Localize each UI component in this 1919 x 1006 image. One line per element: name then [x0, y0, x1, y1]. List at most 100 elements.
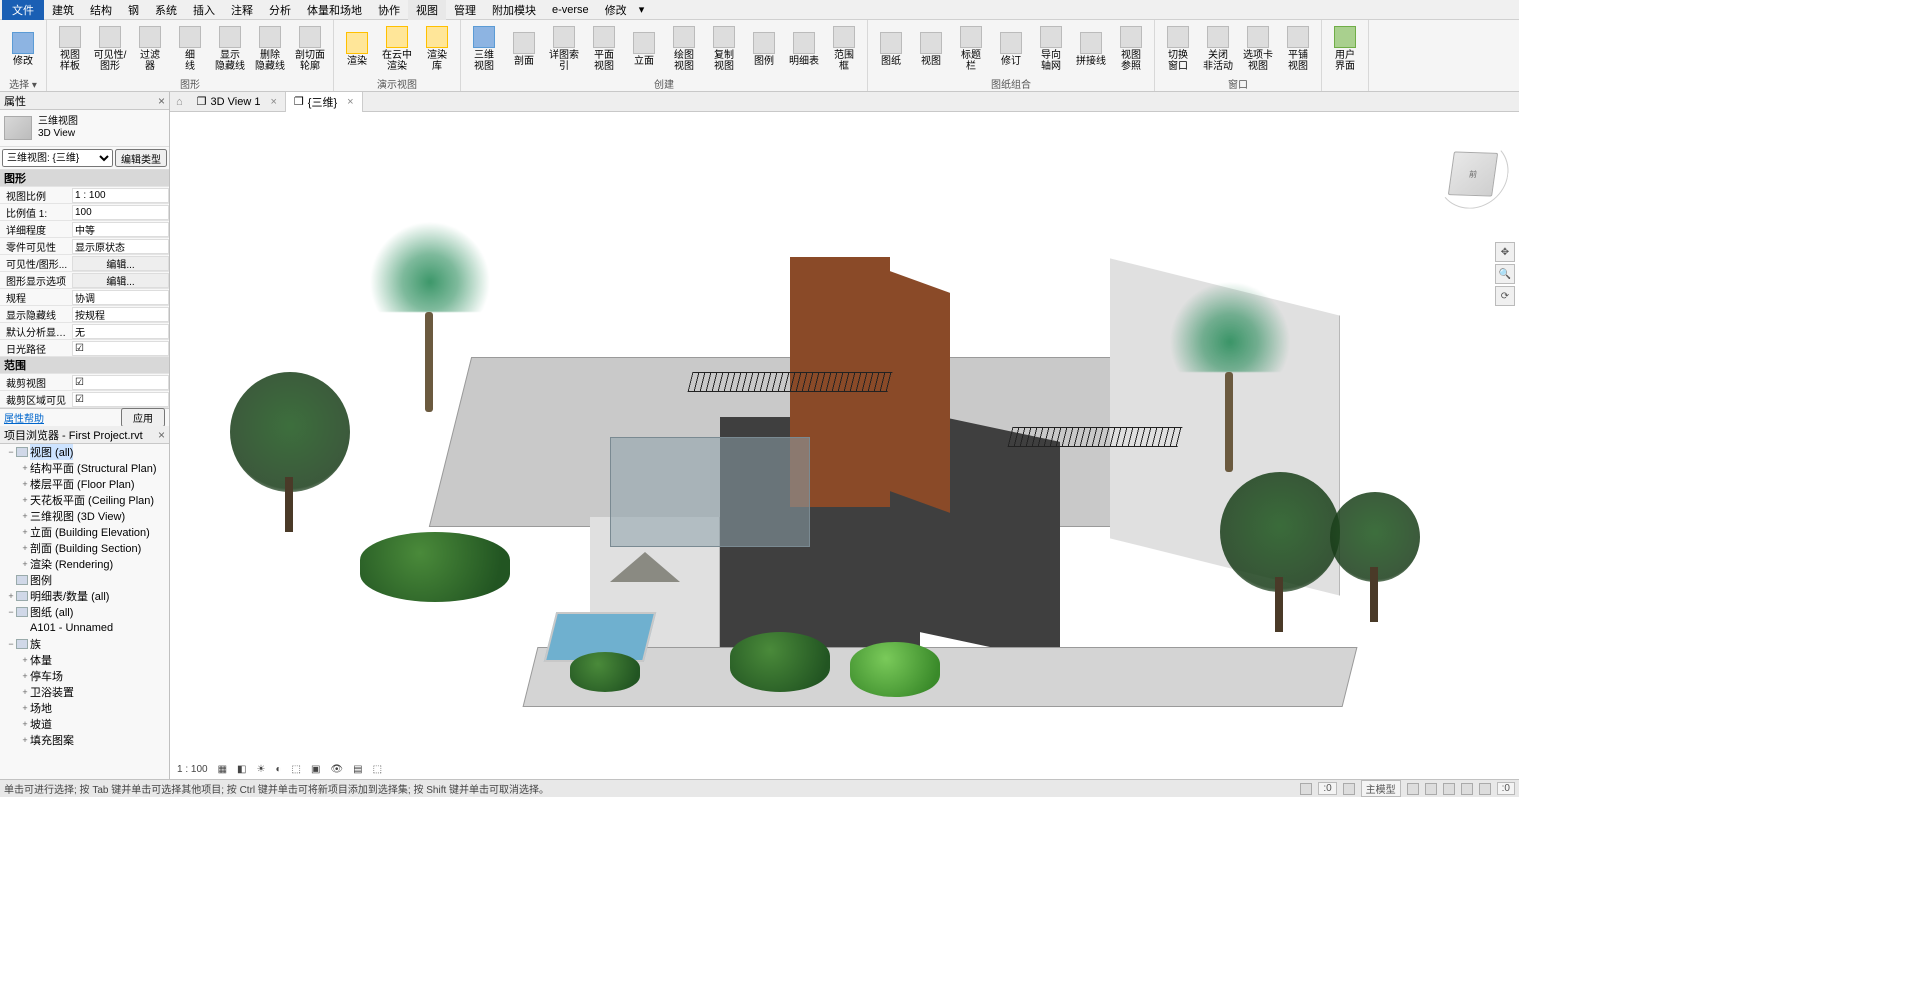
3d-canvas[interactable]: 前 ✥ 🔍 ⟳ 1 : 100 ▦ ◧ ☀ ◐ ⬚ ▣ 👁 ▤ ⬚: [170, 112, 1519, 779]
ribbon-tool[interactable]: 选项卡 视图: [1239, 22, 1277, 76]
scale-display[interactable]: 1 : 100: [174, 764, 211, 775]
ribbon-tool[interactable]: 修订: [992, 22, 1030, 76]
ribbon-tool[interactable]: 平铺 视图: [1279, 22, 1317, 76]
ribbon-tool[interactable]: 详图索引: [545, 22, 583, 76]
menu-tab-e-verse[interactable]: e-verse: [544, 0, 597, 20]
tree-node[interactable]: +坡道: [0, 716, 169, 732]
status-icon[interactable]: [1300, 783, 1312, 795]
tree-node[interactable]: +明细表/数量 (all): [0, 588, 169, 604]
expand-icon[interactable]: +: [20, 511, 30, 521]
status-icon[interactable]: [1461, 783, 1473, 795]
expand-icon[interactable]: +: [20, 527, 30, 537]
crop-view-icon[interactable]: ⬚: [289, 764, 304, 775]
ribbon-tool[interactable]: 视图: [912, 22, 950, 76]
property-edit-button[interactable]: 编辑...: [72, 273, 169, 288]
menu-tab-系统[interactable]: 系统: [147, 0, 185, 20]
ribbon-tool[interactable]: 绘图 视图: [665, 22, 703, 76]
expand-icon[interactable]: +: [20, 479, 30, 489]
shadows-icon[interactable]: ◐: [272, 764, 284, 775]
ribbon-tool[interactable]: 切换 窗口: [1159, 22, 1197, 76]
tree-node[interactable]: +填充图案: [0, 732, 169, 748]
ribbon-tool[interactable]: 明细表: [785, 22, 823, 76]
file-menu[interactable]: 文件: [2, 0, 44, 20]
detail-level-icon[interactable]: ▦: [215, 764, 230, 775]
view-tab-close-icon[interactable]: ×: [270, 96, 276, 108]
menu-tab-修改[interactable]: 修改: [597, 0, 635, 20]
tree-node[interactable]: +卫浴装置: [0, 684, 169, 700]
property-value[interactable]: 显示原状态: [72, 239, 169, 254]
tree-node[interactable]: +立面 (Building Elevation): [0, 524, 169, 540]
view-cube[interactable]: 前: [1448, 151, 1498, 196]
ribbon-tool[interactable]: 视图 样板: [51, 22, 89, 76]
model-selector[interactable]: 主模型: [1361, 780, 1401, 797]
ribbon-tool[interactable]: 三维 视图: [465, 22, 503, 76]
expand-icon[interactable]: −: [6, 607, 16, 617]
browser-close-icon[interactable]: ×: [158, 428, 165, 442]
expand-icon[interactable]: +: [20, 735, 30, 745]
ribbon-tool[interactable]: 用户 界面: [1326, 22, 1364, 76]
tree-node[interactable]: +楼层平面 (Floor Plan): [0, 476, 169, 492]
status-icon[interactable]: [1407, 783, 1419, 795]
property-value[interactable]: [72, 375, 169, 390]
expand-icon[interactable]: +: [20, 703, 30, 713]
tree-node[interactable]: 图例: [0, 572, 169, 588]
tree-node[interactable]: +渲染 (Rendering): [0, 556, 169, 572]
edit-type-button[interactable]: 编辑类型: [115, 149, 167, 167]
ribbon-tool[interactable]: 渲染: [338, 22, 376, 76]
nav-pan-icon[interactable]: ✥: [1495, 242, 1515, 262]
menu-tab-视图[interactable]: 视图: [408, 0, 446, 20]
menu-tab-协作[interactable]: 协作: [370, 0, 408, 20]
property-value[interactable]: 中等: [72, 222, 169, 237]
home-view-icon[interactable]: ⌂: [170, 96, 189, 108]
ribbon-tool[interactable]: 细 线: [171, 22, 209, 76]
expand-icon[interactable]: +: [20, 687, 30, 697]
ribbon-tool[interactable]: 图纸: [872, 22, 910, 76]
menu-overflow[interactable]: ▾: [639, 3, 645, 16]
ribbon-tool[interactable]: 拼接线: [1072, 22, 1110, 76]
expand-icon[interactable]: +: [20, 719, 30, 729]
expand-icon[interactable]: −: [6, 447, 16, 457]
property-value[interactable]: 1 : 100: [72, 188, 169, 203]
property-value[interactable]: 按规程: [72, 307, 169, 322]
filter-count[interactable]: :0: [1497, 782, 1515, 795]
ribbon-tool[interactable]: 平面 视图: [585, 22, 623, 76]
expand-icon[interactable]: +: [20, 559, 30, 569]
ribbon-tool[interactable]: 过滤 器: [131, 22, 169, 76]
view-tab-close-icon[interactable]: ×: [347, 96, 353, 108]
status-icon[interactable]: [1443, 783, 1455, 795]
tree-node[interactable]: −族: [0, 636, 169, 652]
tree-node[interactable]: +天花板平面 (Ceiling Plan): [0, 492, 169, 508]
expand-icon[interactable]: +: [20, 655, 30, 665]
tree-node[interactable]: +剖面 (Building Section): [0, 540, 169, 556]
menu-tab-注释[interactable]: 注释: [223, 0, 261, 20]
reveal-hidden-icon[interactable]: ▤: [350, 764, 365, 775]
hide-isolate-icon[interactable]: 👁: [327, 764, 346, 775]
status-icon[interactable]: [1479, 783, 1491, 795]
expand-icon[interactable]: +: [20, 543, 30, 553]
ribbon-tool[interactable]: 视图 参照: [1112, 22, 1150, 76]
menu-tab-分析[interactable]: 分析: [261, 0, 299, 20]
instance-selector[interactable]: 三维视图: {三维}: [2, 149, 113, 167]
tree-node[interactable]: +体量: [0, 652, 169, 668]
ribbon-tool[interactable]: 立面: [625, 22, 663, 76]
ribbon-tool[interactable]: 图例: [745, 22, 783, 76]
property-edit-button[interactable]: 编辑...: [72, 256, 169, 271]
property-value[interactable]: [72, 392, 169, 407]
ribbon-tool[interactable]: 在云中 渲染: [378, 22, 416, 76]
tree-node[interactable]: +停车场: [0, 668, 169, 684]
expand-icon[interactable]: +: [20, 463, 30, 473]
expand-icon[interactable]: +: [20, 671, 30, 681]
tree-node[interactable]: +三维视图 (3D View): [0, 508, 169, 524]
view-tab[interactable]: ❐{三维}×: [286, 92, 363, 112]
menu-tab-插入[interactable]: 插入: [185, 0, 223, 20]
ribbon-tool[interactable]: 删除 隐藏线: [251, 22, 289, 76]
menu-tab-管理[interactable]: 管理: [446, 0, 484, 20]
ribbon-tool[interactable]: 修改: [4, 22, 42, 76]
ribbon-tool[interactable]: 标题 栏: [952, 22, 990, 76]
visual-style-icon[interactable]: ◧: [234, 764, 249, 775]
expand-icon[interactable]: +: [6, 591, 16, 601]
tree-node[interactable]: +结构平面 (Structural Plan): [0, 460, 169, 476]
tree-node[interactable]: A101 - Unnamed: [0, 620, 169, 636]
ribbon-tool[interactable]: 范围 框: [825, 22, 863, 76]
status-icon[interactable]: [1343, 783, 1355, 795]
